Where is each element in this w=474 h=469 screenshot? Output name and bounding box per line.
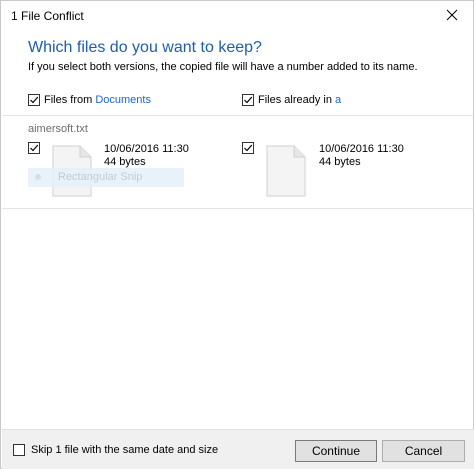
destination-file-size: 44 bytes bbox=[319, 156, 361, 168]
dialog-heading: Which files do you want to keep? bbox=[28, 39, 262, 56]
continue-button[interactable]: Continue bbox=[295, 440, 377, 462]
checkmark-icon bbox=[30, 144, 39, 152]
checkmark-icon bbox=[244, 144, 253, 152]
source-column-label: Files from Documents bbox=[44, 94, 151, 106]
cancel-button[interactable]: Cancel bbox=[382, 440, 465, 462]
checkmark-icon bbox=[30, 96, 39, 104]
conflict-filename: aimersoft.txt bbox=[28, 123, 88, 135]
destination-folder-link[interactable]: a bbox=[335, 94, 341, 106]
keep-source-file-checkbox[interactable] bbox=[28, 142, 40, 154]
source-folder-link[interactable]: Documents bbox=[95, 94, 151, 106]
title-bar: 1 File Conflict bbox=[1, 1, 473, 31]
close-button[interactable] bbox=[439, 4, 465, 26]
destination-column-prefix: Files already in bbox=[258, 94, 336, 106]
dialog-subheading: If you select both versions, the copied … bbox=[28, 61, 418, 73]
window-title: 1 File Conflict bbox=[11, 9, 84, 23]
skip-same-files-checkbox[interactable] bbox=[13, 444, 25, 456]
destination-column-label: Files already in a bbox=[258, 94, 341, 106]
skip-same-files-label: Skip 1 file with the same date and size bbox=[31, 444, 219, 456]
file-conflict-dialog: 1 File Conflict Which files do you want … bbox=[0, 0, 474, 469]
text-file-icon[interactable] bbox=[266, 145, 306, 197]
row-divider bbox=[2, 208, 474, 209]
header-divider bbox=[2, 115, 474, 116]
snip-overlay-label: Rectangular Snip bbox=[58, 171, 143, 183]
source-file-date: 10/06/2016 11:30 bbox=[104, 143, 189, 155]
destination-file-date: 10/06/2016 11:30 bbox=[319, 143, 404, 155]
source-file-size: 44 bytes bbox=[104, 156, 146, 168]
select-all-destination-checkbox[interactable] bbox=[242, 94, 254, 106]
select-all-source-checkbox[interactable] bbox=[28, 94, 40, 106]
keep-destination-file-checkbox[interactable] bbox=[242, 142, 254, 154]
checkmark-icon bbox=[244, 96, 253, 104]
snip-icon bbox=[35, 174, 41, 180]
source-column-prefix: Files from bbox=[44, 94, 96, 106]
close-icon bbox=[446, 9, 458, 21]
dialog-footer: Skip 1 file with the same date and size … bbox=[2, 429, 474, 469]
rectangular-snip-overlay: Rectangular Snip bbox=[28, 168, 184, 187]
